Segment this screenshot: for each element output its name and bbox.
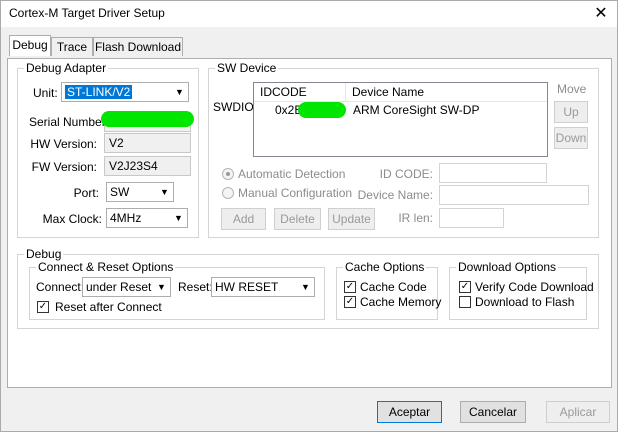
verify-code-download-checkbox[interactable]: ✓	[459, 281, 471, 293]
id-code-label: ID CODE:	[379, 167, 433, 181]
verify-code-download-label: Verify Code Download	[475, 280, 594, 294]
debug-legend: Debug	[26, 247, 62, 261]
device-name-cell: ARM CoreSight SW-DP	[353, 103, 480, 117]
reset-value: HW RESET	[215, 280, 279, 294]
serial-number-label: Serial Number:	[29, 115, 110, 129]
list-item[interactable]: 0x2B ARM CoreSight SW-DP	[254, 102, 547, 121]
hw-version-field: V2	[104, 133, 191, 153]
delete-button[interactable]: Delete	[274, 208, 321, 230]
reset-select[interactable]: HW RESET ▼	[211, 277, 315, 297]
device-name-label: Device Name:	[357, 188, 433, 202]
tab-flash-download-label: Flash Download	[94, 40, 182, 54]
update-button[interactable]: Update	[328, 208, 375, 230]
close-icon[interactable]: ✕	[591, 4, 611, 24]
chevron-down-icon: ▼	[174, 213, 183, 223]
cancel-button[interactable]: Cancelar	[460, 401, 526, 423]
max-clock-label: Max Clock:	[42, 212, 102, 226]
connect-label: Connect:	[36, 280, 85, 294]
cache-code-label: Cache Code	[360, 280, 427, 294]
tab-trace[interactable]: Trace	[51, 37, 93, 56]
dialog-window: Cortex-M Target Driver Setup ✕ Debug Tra…	[0, 0, 618, 432]
cache-memory-label: Cache Memory	[360, 295, 442, 309]
automatic-detection-radio[interactable]	[222, 168, 234, 180]
title-bar: Cortex-M Target Driver Setup ✕	[1, 1, 617, 27]
window-title: Cortex-M Target Driver Setup	[9, 6, 165, 20]
reset-after-connect-checkbox[interactable]: ✓	[37, 301, 49, 313]
download-to-flash-checkbox[interactable]	[459, 296, 471, 308]
reset-label: Reset:	[178, 280, 213, 294]
manual-configuration-radio[interactable]	[222, 187, 234, 199]
chevron-down-icon: ▼	[160, 187, 169, 197]
download-options-legend: Download Options	[458, 260, 557, 274]
chevron-down-icon: ▼	[301, 282, 310, 292]
column-header-device-name[interactable]: Device Name	[346, 83, 547, 101]
chevron-down-icon: ▼	[175, 87, 184, 97]
down-button[interactable]: Down	[554, 127, 588, 149]
automatic-detection-label: Automatic Detection	[238, 167, 346, 181]
tab-trace-label: Trace	[56, 40, 88, 54]
connect-reset-legend: Connect & Reset Options	[38, 260, 174, 274]
max-clock-value: 4MHz	[110, 211, 142, 225]
chevron-down-icon: ▼	[157, 282, 166, 292]
sw-device-list-header: IDCODE Device Name	[254, 83, 547, 102]
apply-button[interactable]: Aplicar	[546, 401, 610, 423]
add-button[interactable]: Add	[221, 208, 266, 230]
fw-version-field: V2J23S4	[104, 156, 191, 176]
port-label: Port:	[73, 186, 99, 200]
download-to-flash-label: Download to Flash	[475, 295, 575, 309]
tab-flash-download[interactable]: Flash Download	[93, 37, 183, 56]
move-label: Move	[557, 82, 587, 96]
sw-device-legend: SW Device	[217, 61, 277, 75]
swdio-label: SWDIO	[213, 100, 254, 114]
manual-configuration-label: Manual Configuration	[238, 186, 353, 200]
cache-code-checkbox[interactable]: ✓	[344, 281, 356, 293]
cache-memory-checkbox[interactable]: ✓	[344, 296, 356, 308]
unit-select[interactable]: ST-LINK/V2 ▼	[61, 82, 189, 102]
max-clock-select[interactable]: 4MHz ▼	[106, 208, 188, 228]
debug-adapter-legend: Debug Adapter	[26, 61, 107, 75]
port-select[interactable]: SW ▼	[106, 182, 174, 202]
fw-version-label: FW Version:	[31, 160, 97, 174]
redacted-serial	[101, 111, 194, 127]
port-value: SW	[110, 185, 130, 199]
tab-debug-label: Debug	[12, 38, 48, 52]
connect-select[interactable]: under Reset ▼	[82, 277, 171, 297]
id-code-input[interactable]	[439, 163, 547, 183]
unit-value: ST-LINK/V2	[65, 85, 133, 99]
reset-after-connect-label: Reset after Connect	[55, 300, 162, 314]
column-header-idcode[interactable]: IDCODE	[254, 83, 346, 101]
hw-version-label: HW Version:	[30, 137, 97, 151]
sw-device-list[interactable]: IDCODE Device Name 0x2B ARM CoreSight SW…	[253, 82, 548, 157]
unit-label: Unit:	[33, 86, 58, 100]
device-name-input[interactable]	[439, 185, 589, 205]
ir-len-input[interactable]	[439, 208, 504, 228]
tab-debug[interactable]: Debug	[9, 35, 51, 56]
redacted-idcode	[298, 102, 346, 118]
up-button[interactable]: Up	[554, 101, 588, 123]
connect-value: under Reset	[86, 280, 152, 294]
cache-options-legend: Cache Options	[345, 260, 425, 274]
ok-button[interactable]: Aceptar	[377, 401, 442, 423]
